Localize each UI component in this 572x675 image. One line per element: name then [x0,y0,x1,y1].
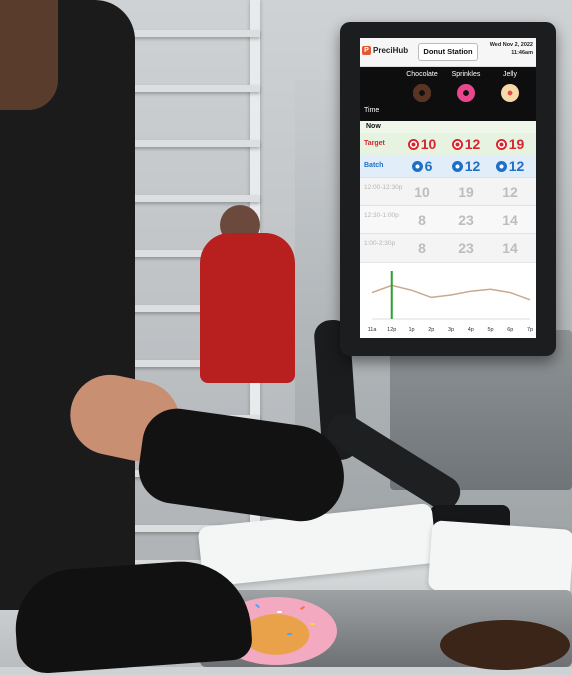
column-header-row: Time Chocolate Sprinkles Jelly [360,67,536,121]
slot-value: 8 [418,240,426,256]
target-cell-jelly[interactable]: 19 [488,135,532,153]
screen: P PreciHub Donut Station Wed Nov 2, 2022 … [360,38,536,338]
x-tick-label: 5p [487,327,493,333]
pink-sprinkle-donut-icon [457,84,475,102]
target-icon [407,138,419,150]
x-tick-label: 6p [507,327,513,333]
target-value: 12 [464,136,481,152]
donut-batch-icon [495,160,507,172]
now-row: Now [360,121,536,133]
tablet-monitor: P PreciHub Donut Station Wed Nov 2, 2022 … [340,22,556,356]
batch-value: 12 [508,158,525,174]
black-glove-left [11,556,254,675]
target-value: 10 [420,136,437,152]
background-worker [175,205,295,395]
chocolate-donut-icon [413,84,431,102]
column-jelly[interactable]: Jelly [488,71,532,102]
slot-value: 14 [502,240,518,256]
time-slot-row[interactable]: 12:00-12:30p 10 19 12 [360,177,536,206]
now-label: Now [366,123,381,130]
chocolate-donut [440,620,570,670]
slot-value: 23 [458,240,474,256]
x-tick-label: 3p [448,327,454,333]
trend-chart-svg: 11a 12p 1p 2p 3p 4p 5p 6p 7p [368,271,533,333]
column-sprinkles[interactable]: Sprinkles [444,71,488,102]
target-cell-sprinkles[interactable]: 12 [444,135,488,153]
column-label: Jelly [502,71,517,78]
x-tick-label: 4p [468,327,474,333]
slot-value: 12 [502,184,518,200]
x-tick-label: 7p [527,327,533,333]
target-value: 19 [508,136,525,152]
jelly-donut-icon [501,84,519,102]
date-label: Wed Nov 2, 2022 [489,42,533,48]
x-tick-label: 1p [408,327,414,333]
batch-value: 6 [424,158,433,174]
slot-value: 8 [418,212,426,228]
batch-value: 12 [464,158,481,174]
batch-label: Batch [364,162,384,169]
header-bar: P PreciHub Donut Station Wed Nov 2, 2022 … [360,38,536,67]
x-tick-label: 12p [387,327,396,333]
time-slot-row[interactable]: 1:00-2:30p 8 23 14 [360,233,536,262]
target-label: Target [364,140,385,147]
parchment-paper [427,520,572,600]
x-tick-label: 2p [428,327,434,333]
slot-label: 12:30-1:00p [364,212,399,219]
batch-cell-chocolate[interactable]: 6 [400,157,444,175]
datetime: Wed Nov 2, 2022 11:46am [490,41,533,57]
time-slot-row[interactable]: 12:30-1:00p 8 23 14 [360,205,536,234]
target-icon [495,138,507,150]
donut-batch-icon [451,160,463,172]
slot-value: 19 [458,184,474,200]
slot-value: 23 [458,212,474,228]
batch-row: Batch 6 12 12 [360,155,536,177]
batch-cell-sprinkles[interactable]: 12 [444,157,488,175]
sales-trend-chart: 11a 12p 1p 2p 3p 4p 5p 6p 7p [360,262,536,338]
batch-cell-jelly[interactable]: 12 [488,157,532,175]
target-icon [451,138,463,150]
target-cell-chocolate[interactable]: 10 [400,135,444,153]
precihub-logo-icon: P [362,46,371,56]
column-label: Sprinkles [451,71,481,78]
brand-name: PreciHub [373,46,409,55]
slot-value: 10 [414,184,430,200]
slot-value: 14 [502,212,518,228]
column-label: Chocolate [406,71,438,78]
brand-logo: P PreciHub [362,46,409,56]
slot-label: 1:00-2:30p [364,240,396,247]
worker-hair [0,0,58,110]
time-column-label: Time [364,107,380,114]
x-tick-label: 11a [368,327,378,333]
slot-label: 12:00-12:30p [364,184,403,191]
trend-line [371,284,531,301]
time-label: 11:46am [511,50,533,56]
column-chocolate[interactable]: Chocolate [400,71,444,102]
donut-batch-icon [411,160,423,172]
station-selector-button[interactable]: Donut Station [418,43,478,61]
target-row: Target 10 12 19 [360,133,536,155]
